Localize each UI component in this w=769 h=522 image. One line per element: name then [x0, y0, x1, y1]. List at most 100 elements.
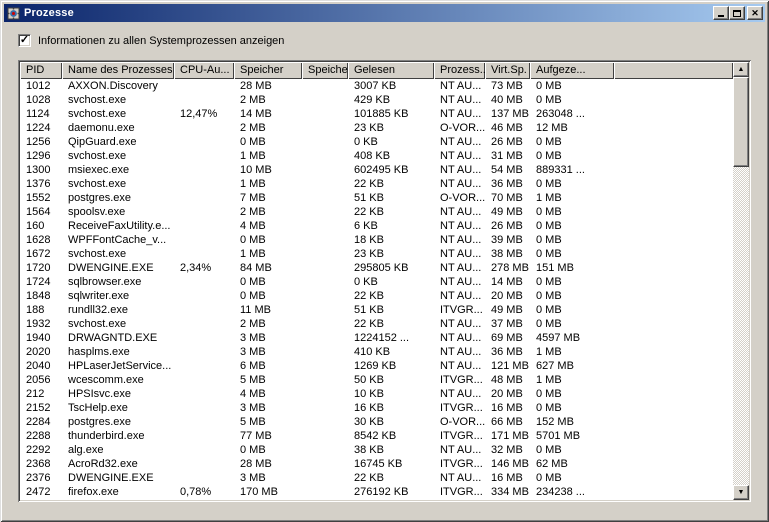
table-cell: 0 MB	[530, 79, 614, 93]
column-header-blank[interactable]	[614, 62, 733, 79]
table-row[interactable]: 1672svchost.exe1 MB23 KBNT AU...38 MB0 M…	[20, 247, 733, 261]
table-cell	[174, 247, 234, 261]
table-row[interactable]: 2040HPLaserJetService...6 MB1269 KBNT AU…	[20, 359, 733, 373]
vertical-scrollbar[interactable]: ▲ ▼	[733, 62, 749, 500]
table-row[interactable]: 1940DRWAGNTD.EXE3 MB1224152 ...NT AU...6…	[20, 331, 733, 345]
table-cell: 84 MB	[234, 261, 302, 275]
column-header-virtsp[interactable]: Virt.Sp.	[485, 62, 530, 79]
table-row[interactable]: 188rundll32.exe11 MB51 KBITVGR...49 MB0 …	[20, 303, 733, 317]
table-cell	[174, 457, 234, 471]
table-cell	[174, 359, 234, 373]
scrollbar-track[interactable]	[733, 167, 749, 485]
table-cell: 171 MB	[485, 429, 530, 443]
table-cell: ITVGR...	[434, 373, 485, 387]
table-row[interactable]: 212HPSIsvc.exe4 MB10 KBNT AU...20 MB0 MB	[20, 387, 733, 401]
table-cell: 54 MB	[485, 163, 530, 177]
table-cell: 1012	[20, 79, 62, 93]
table-cell: 1 MB	[234, 247, 302, 261]
table-row[interactable]: 2376DWENGINE.EXE3 MB22 KBNT AU...16 MB0 …	[20, 471, 733, 485]
table-cell	[174, 191, 234, 205]
table-cell: NT AU...	[434, 93, 485, 107]
table-row[interactable]: 1564spoolsv.exe2 MB22 KBNT AU...49 MB0 M…	[20, 205, 733, 219]
table-row[interactable]: 160ReceiveFaxUtility.e...4 MB6 KBNT AU..…	[20, 219, 733, 233]
scroll-down-button[interactable]: ▼	[733, 485, 749, 500]
table-row[interactable]: 1628WPFFontCache_v...0 MB18 KBNT AU...39…	[20, 233, 733, 247]
scrollbar-thumb[interactable]	[733, 77, 749, 167]
table-row[interactable]: 1028svchost.exe2 MB429 KBNT AU...40 MB0 …	[20, 93, 733, 107]
column-header-pid[interactable]: PID	[20, 62, 62, 79]
table-cell: 69 MB	[485, 331, 530, 345]
table-cell: WPFFontCache_v...	[62, 233, 174, 247]
table-cell: 0 MB	[530, 135, 614, 149]
column-header-aufgeze[interactable]: Aufgeze...	[530, 62, 614, 79]
table-cell: NT AU...	[434, 443, 485, 457]
column-header-namedesprozesses[interactable]: Name des Prozesses	[62, 62, 174, 79]
show-all-system-processes-option[interactable]: ✓ Informationen zu allen Systemprozessen…	[18, 34, 751, 47]
table-row[interactable]: 2368AcroRd32.exe28 MB16745 KBITVGR...146…	[20, 457, 733, 471]
table-cell: 50 KB	[348, 373, 434, 387]
table-cell	[302, 373, 348, 387]
table-cell: 1672	[20, 247, 62, 261]
dialog-content: ✓ Informationen zu allen Systemprozessen…	[4, 22, 765, 502]
table-row[interactable]: 2292alg.exe0 MB38 KBNT AU...32 MB0 MB	[20, 443, 733, 457]
table-cell: 18 KB	[348, 233, 434, 247]
table-row[interactable]: 1012AXXON.Discovery28 MB3007 KBNT AU...7…	[20, 79, 733, 93]
table-cell: 1720	[20, 261, 62, 275]
table-row[interactable]: 1224daemonu.exe2 MB23 KBO-VOR...46 MB12 …	[20, 121, 733, 135]
table-cell: 7 MB	[234, 191, 302, 205]
table-cell: sqlwriter.exe	[62, 289, 174, 303]
table-cell: 77 MB	[234, 429, 302, 443]
table-cell: 0 MB	[530, 233, 614, 247]
table-row[interactable]: 2472firefox.exe0,78%170 MB276192 KBITVGR…	[20, 485, 733, 499]
column-header-gelesen[interactable]: Gelesen	[348, 62, 434, 79]
table-cell: NT AU...	[434, 79, 485, 93]
table-row[interactable]: 1296svchost.exe1 MB408 KBNT AU...31 MB0 …	[20, 149, 733, 163]
table-cell: 1552	[20, 191, 62, 205]
table-row[interactable]: 1124svchost.exe12,47%14 MB101885 KBNT AU…	[20, 107, 733, 121]
table-cell: 0 MB	[234, 443, 302, 457]
scroll-up-button[interactable]: ▲	[733, 62, 749, 77]
table-row[interactable]: 1376svchost.exe1 MB22 KBNT AU...36 MB0 M…	[20, 177, 733, 191]
column-header-speicher[interactable]: Speicher	[234, 62, 302, 79]
maximize-button[interactable]	[729, 6, 745, 20]
table-cell: thunderbird.exe	[62, 429, 174, 443]
close-button[interactable]: ✕	[747, 6, 763, 20]
column-header-prozess[interactable]: Prozess...	[434, 62, 485, 79]
table-cell: 10 MB	[234, 163, 302, 177]
titlebar[interactable]: Prozesse ✕	[4, 4, 765, 22]
table-cell: 48 MB	[485, 373, 530, 387]
table-row[interactable]: 2056wcescomm.exe5 MB50 KBITVGR...48 MB1 …	[20, 373, 733, 387]
table-cell: 49 MB	[485, 303, 530, 317]
table-cell: NT AU...	[434, 471, 485, 485]
table-row[interactable]: 1300msiexec.exe10 MB602495 KBNT AU...54 …	[20, 163, 733, 177]
table-cell: 2288	[20, 429, 62, 443]
table-cell: 188	[20, 303, 62, 317]
table-cell: 16745 KB	[348, 457, 434, 471]
table-row[interactable]: 1724sqlbrowser.exe0 MB0 KBNT AU...14 MB0…	[20, 275, 733, 289]
prozesse-window: Prozesse ✕ ✓ Informationen zu allen Syst…	[0, 0, 769, 522]
table-cell: ITVGR...	[434, 401, 485, 415]
table-row[interactable]: 2152TscHelp.exe3 MB16 KBITVGR...16 MB0 M…	[20, 401, 733, 415]
table-row[interactable]: 1720DWENGINE.EXE2,34%84 MB295805 KBNT AU…	[20, 261, 733, 275]
table-cell: 12 MB	[530, 121, 614, 135]
table-row[interactable]: 1848sqlwriter.exe0 MB22 KBNT AU...20 MB0…	[20, 289, 733, 303]
table-cell: 4 MB	[234, 387, 302, 401]
column-header-speiche[interactable]: Speiche...	[302, 62, 348, 79]
table-row[interactable]: 2020hasplms.exe3 MB410 KBNT AU...36 MB1 …	[20, 345, 733, 359]
column-header-cpuau[interactable]: CPU-Au...	[174, 62, 234, 79]
table-cell: 3007 KB	[348, 79, 434, 93]
checkbox-box[interactable]: ✓	[18, 34, 31, 47]
table-cell	[174, 93, 234, 107]
table-row[interactable]: 1552postgres.exe7 MB51 KBO-VOR...70 MB1 …	[20, 191, 733, 205]
minimize-button[interactable]	[713, 6, 729, 20]
table-cell: O-VOR...	[434, 191, 485, 205]
table-cell	[174, 177, 234, 191]
table-cell	[302, 429, 348, 443]
table-cell: 70 MB	[485, 191, 530, 205]
table-row[interactable]: 1932svchost.exe2 MB22 KBNT AU...37 MB0 M…	[20, 317, 733, 331]
table-cell: svchost.exe	[62, 107, 174, 121]
table-row[interactable]: 2288thunderbird.exe77 MB8542 KBITVGR...1…	[20, 429, 733, 443]
table-row[interactable]: 1256QipGuard.exe0 MB0 KBNT AU...26 MB0 M…	[20, 135, 733, 149]
table-cell: 0 MB	[530, 247, 614, 261]
table-row[interactable]: 2284postgres.exe5 MB30 KBO-VOR...66 MB15…	[20, 415, 733, 429]
